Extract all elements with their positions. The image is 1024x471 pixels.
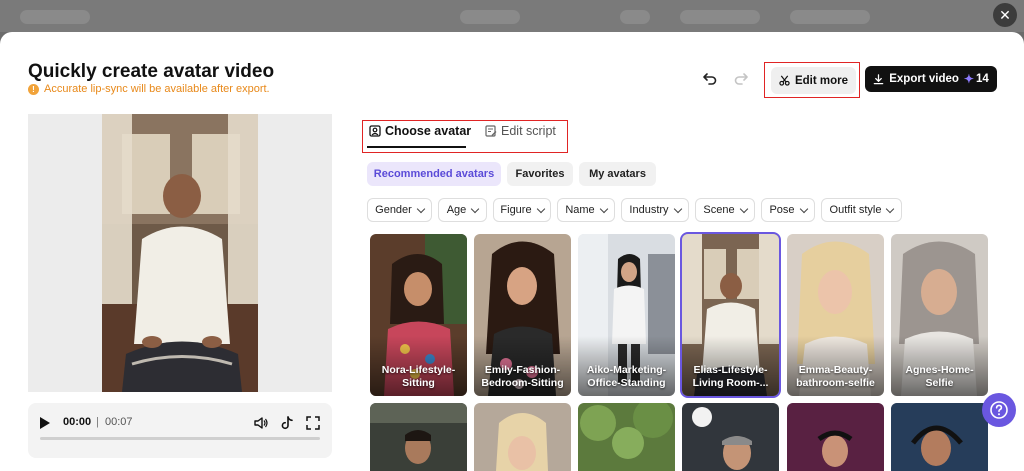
tab-edit-script[interactable]: Edit script <box>485 124 556 138</box>
avatar-thumbnail <box>891 403 988 471</box>
download-icon <box>873 73 884 84</box>
avatar-card[interactable] <box>578 403 675 471</box>
credit-cost-value: 14 <box>975 73 989 85</box>
avatar-thumbnail <box>578 403 675 471</box>
filter-scene[interactable]: Scene <box>695 198 755 222</box>
backdrop-shape <box>680 10 760 24</box>
filter-name-label: Name <box>565 204 595 216</box>
avatar-card[interactable]: Emily-Fashion-Bedroom-Sitting <box>474 234 571 396</box>
avatar-thumbnail <box>474 403 571 471</box>
time-separator: | <box>96 416 99 428</box>
filter-pose-label: Pose <box>769 204 795 216</box>
filter-industry[interactable]: Industry <box>621 198 689 222</box>
active-tab-indicator <box>367 146 466 148</box>
avatar-thumbnail <box>370 403 467 471</box>
redo-icon[interactable] <box>733 70 749 86</box>
avatar-name: Nora-Lifestyle-Sitting <box>381 364 456 389</box>
avatar-card[interactable] <box>891 403 988 471</box>
filter-scene-label: Scene <box>703 204 735 216</box>
undo-icon[interactable] <box>702 70 718 86</box>
credit-spark-icon: ✦ <box>963 72 974 86</box>
export-label: Export video <box>889 73 959 85</box>
avatar-name: Elias-Lifestyle-Living Room-... <box>692 364 769 389</box>
video-player-controls: 00:00 | 00:07 <box>28 403 332 458</box>
filter-gender-label: Gender <box>375 204 412 216</box>
avatar-card[interactable] <box>370 403 467 471</box>
help-button[interactable] <box>982 393 1016 427</box>
filter-age[interactable]: Age <box>438 198 487 222</box>
chevron-down-icon <box>739 204 748 213</box>
category-recommended-avatars[interactable]: Recommended avatars <box>367 162 501 186</box>
avatar-thumbnail <box>682 403 779 471</box>
current-time: 00:00 <box>63 416 92 428</box>
tab-edit-script-label: Edit script <box>501 124 556 138</box>
filter-outfit-style[interactable]: Outfit style <box>821 198 902 222</box>
fullscreen-icon[interactable] <box>305 415 321 431</box>
lip-sync-notice: ! Accurate lip-sync will be available af… <box>28 83 270 95</box>
backdrop-shape <box>620 10 650 24</box>
chevron-down-icon <box>886 204 895 213</box>
play-icon[interactable] <box>40 417 50 429</box>
avatar-card[interactable]: Emma-Beauty-bathroom-selfie <box>787 234 884 396</box>
volume-icon[interactable] <box>253 415 269 431</box>
chevron-down-icon <box>536 204 545 213</box>
scissors-icon <box>779 75 790 86</box>
avatar-name: Agnes-Home-Selfie <box>905 364 974 389</box>
avatar-card[interactable] <box>787 403 884 471</box>
tiktok-icon[interactable] <box>279 415 295 431</box>
tab-choose-avatar[interactable]: Choose avatar <box>369 124 471 138</box>
filter-age-label: Age <box>446 204 467 216</box>
category-my-avatars[interactable]: My avatars <box>579 162 656 186</box>
avatar-card[interactable]: Nora-Lifestyle-Sitting <box>370 234 467 396</box>
backdrop-shape <box>460 10 520 24</box>
page-title: Quickly create avatar video <box>28 61 275 82</box>
avatar-name: Aiko-Marketing-Office-Standing <box>586 364 667 389</box>
avatar-preview <box>28 114 332 392</box>
credit-cost: ✦ 14 <box>964 72 989 86</box>
backdrop-shape <box>790 10 870 24</box>
close-modal-button[interactable]: ✕ <box>993 3 1017 27</box>
avatar-thumbnail <box>787 403 884 471</box>
chevron-down-icon <box>416 204 426 213</box>
chevron-down-icon <box>599 204 608 213</box>
avatar-video-modal: Quickly create avatar video ! Accurate l… <box>0 32 1024 471</box>
chevron-down-icon <box>799 204 808 213</box>
filter-figure-label: Figure <box>500 204 532 216</box>
warning-icon: ! <box>28 83 39 95</box>
avatar-name: Emma-Beauty-bathroom-selfie <box>796 364 875 389</box>
avatar-card[interactable] <box>682 403 779 471</box>
page-backdrop <box>0 0 1024 32</box>
close-icon[interactable]: ✕ <box>999 7 1011 23</box>
backdrop-shape <box>20 10 90 24</box>
tab-choose-avatar-label: Choose avatar <box>385 124 472 138</box>
avatar-name: Emily-Fashion-Bedroom-Sitting <box>481 364 564 389</box>
help-icon <box>990 401 1008 419</box>
chevron-down-icon <box>471 204 480 213</box>
avatar-preview-image <box>102 114 258 392</box>
filter-figure[interactable]: Figure <box>493 198 551 222</box>
avatar-card[interactable]: Aiko-Marketing-Office-Standing <box>578 234 675 396</box>
filter-name[interactable]: Name <box>557 198 615 222</box>
chevron-down-icon <box>673 204 682 213</box>
export-video-button[interactable]: Export video ✦ 14 <box>865 66 997 92</box>
avatar-icon <box>369 125 381 137</box>
total-time: 00:07 <box>105 416 133 428</box>
notice-text: Accurate lip-sync will be available afte… <box>44 83 270 95</box>
edit-more-button[interactable]: Edit more <box>771 67 856 94</box>
filter-pose[interactable]: Pose <box>761 198 815 222</box>
avatar-card-selected[interactable]: Elias-Lifestyle-Living Room-... <box>680 232 781 398</box>
progress-bar[interactable] <box>40 437 320 440</box>
script-edit-icon <box>485 125 497 137</box>
avatar-card[interactable]: Agnes-Home-Selfie <box>891 234 988 396</box>
edit-more-label: Edit more <box>794 74 849 87</box>
category-favorites[interactable]: Favorites <box>507 162 573 186</box>
filter-gender[interactable]: Gender <box>367 198 432 222</box>
filter-industry-label: Industry <box>629 204 669 216</box>
avatar-card[interactable] <box>474 403 571 471</box>
filter-outfit-style-label: Outfit style <box>829 204 882 216</box>
